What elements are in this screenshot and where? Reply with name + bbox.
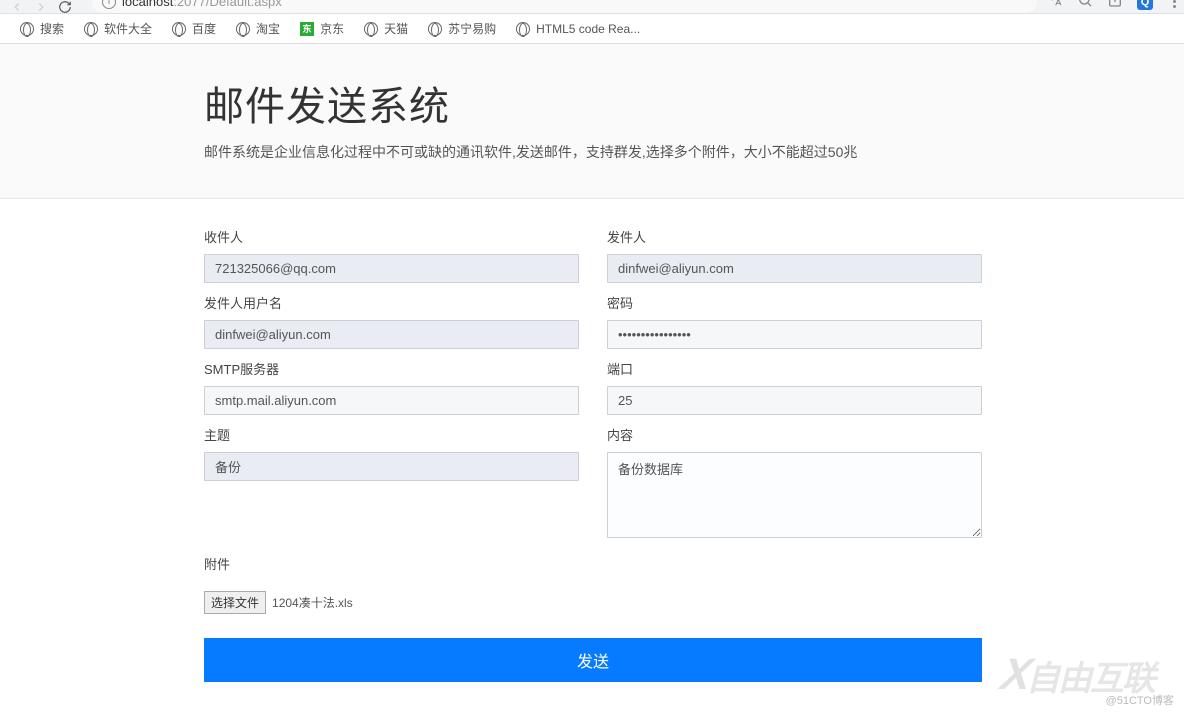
username-input[interactable] — [204, 320, 579, 349]
password-input[interactable] — [607, 320, 982, 349]
content-label: 内容 — [607, 425, 982, 444]
smtp-input[interactable] — [204, 386, 579, 415]
globe-icon — [236, 22, 250, 36]
bookmark-label: 搜索 — [40, 20, 64, 37]
content-textarea[interactable] — [607, 452, 982, 538]
bookmark-label: 京东 — [320, 20, 344, 37]
sender-label: 发件人 — [607, 227, 982, 246]
hero-section: 邮件发送系统 邮件系统是企业信息化过程中不可或缺的通讯软件,发送邮件，支持群发,… — [0, 44, 1184, 199]
globe-icon — [172, 22, 186, 36]
port-label: 端口 — [607, 359, 982, 378]
translate-icon[interactable] — [1047, 0, 1063, 11]
forward-button[interactable] — [32, 0, 50, 16]
port-input[interactable] — [607, 386, 982, 415]
sender-input[interactable] — [607, 254, 982, 283]
globe-icon — [20, 22, 34, 36]
attachment-filename: 1204凑十法.xls — [272, 594, 353, 611]
share-icon[interactable] — [1107, 0, 1123, 11]
recipient-label: 收件人 — [204, 227, 579, 246]
page-subtitle: 邮件系统是企业信息化过程中不可或缺的通讯软件,发送邮件，支持群发,选择多个附件，… — [204, 142, 982, 162]
smtp-label: SMTP服务器 — [204, 359, 579, 378]
bookmark-search[interactable]: 搜索 — [12, 20, 72, 37]
subject-input[interactable] — [204, 452, 579, 481]
subject-label: 主题 — [204, 425, 579, 444]
back-button[interactable] — [8, 0, 26, 16]
bookmark-label: 百度 — [192, 20, 216, 37]
url-path: :2077/Default.aspx — [173, 0, 281, 9]
globe-icon — [364, 22, 378, 36]
send-button[interactable]: 发送 — [204, 638, 982, 682]
watermark-text: @51CTO博客 — [1106, 692, 1174, 708]
attachment-label: 附件 — [204, 554, 982, 573]
browser-toolbar: i localhost:2077/Default.aspx Q — [0, 0, 1184, 14]
recipient-input[interactable] — [204, 254, 579, 283]
site-info-icon[interactable]: i — [102, 0, 116, 9]
search-icon[interactable] — [1077, 0, 1093, 11]
page-title: 邮件发送系统 — [204, 74, 982, 132]
bookmark-label: 天猫 — [384, 20, 408, 37]
username-label: 发件人用户名 — [204, 293, 579, 312]
form-section: 收件人 发件人 发件人用户名 密码 SMTP服务器 — [0, 199, 1184, 712]
bookmark-jd[interactable]: 东京东 — [292, 20, 352, 37]
menu-icon[interactable] — [1173, 0, 1176, 8]
bookmarks-bar: 搜索 软件大全 百度 淘宝 东京东 天猫 苏宁易购 HTML5 code Rea… — [0, 14, 1184, 44]
bookmark-baidu[interactable]: 百度 — [164, 20, 224, 37]
globe-icon — [84, 22, 98, 36]
choose-file-button[interactable]: 选择文件 — [204, 591, 266, 614]
globe-icon — [516, 22, 530, 36]
bookmark-label: 软件大全 — [104, 20, 152, 37]
bookmark-tmall[interactable]: 天猫 — [356, 20, 416, 37]
url-bar[interactable]: i localhost:2077/Default.aspx — [92, 0, 1037, 13]
bookmark-software[interactable]: 软件大全 — [76, 20, 160, 37]
reload-button[interactable] — [56, 0, 74, 16]
bookmark-label: 淘宝 — [256, 20, 280, 37]
bookmark-suning[interactable]: 苏宁易购 — [420, 20, 504, 37]
bookmark-label: HTML5 code Rea... — [536, 22, 640, 36]
url-host: localhost — [122, 0, 173, 9]
jd-icon: 东 — [300, 22, 314, 36]
toolbar-right: Q — [1047, 0, 1176, 11]
bookmark-taobao[interactable]: 淘宝 — [228, 20, 288, 37]
globe-icon — [428, 22, 442, 36]
bookmark-label: 苏宁易购 — [448, 20, 496, 37]
password-label: 密码 — [607, 293, 982, 312]
extension-icon[interactable]: Q — [1137, 0, 1153, 10]
bookmark-html5[interactable]: HTML5 code Rea... — [508, 22, 648, 36]
